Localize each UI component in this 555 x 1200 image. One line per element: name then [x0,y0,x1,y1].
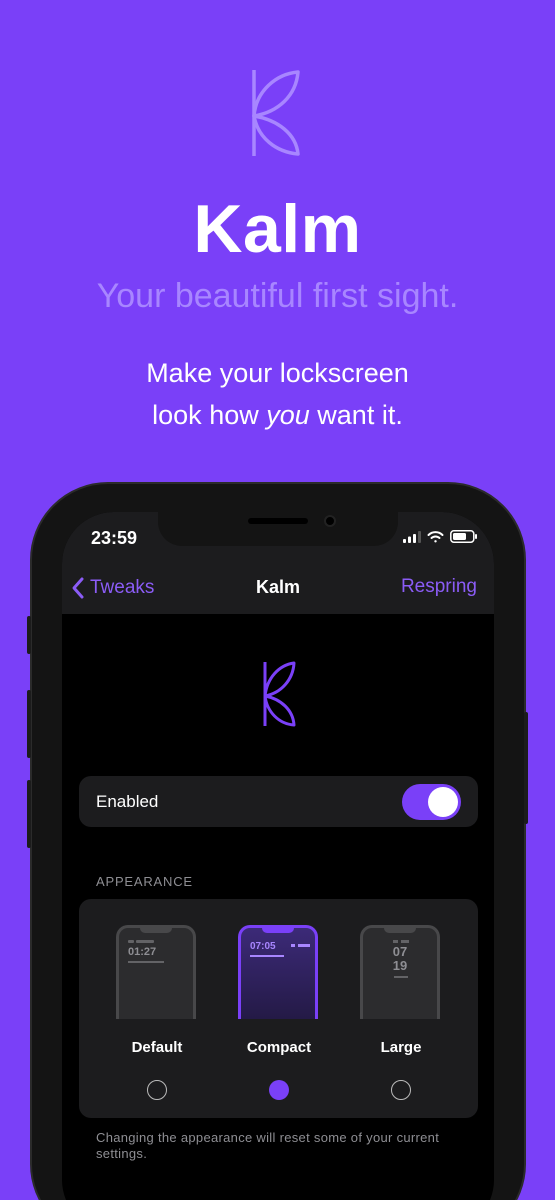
appearance-footnote: Changing the appearance will reset some … [96,1130,440,1161]
front-camera [324,515,336,527]
tagline-pre: look how [152,400,267,430]
option-label: Default [131,1039,183,1056]
toggle-knob [428,787,458,817]
phone-side-button [27,616,31,654]
status-icons [403,530,478,543]
tagline-line-1: Make your lockscreen [146,358,409,388]
appearance-header: APPEARANCE [96,874,193,889]
phone-side-button [27,780,31,848]
appearance-option-default[interactable]: 01:27 Default [116,925,198,1100]
preview-large: 07 19 [360,925,440,1019]
wifi-icon [427,530,444,542]
preview-bar [128,961,164,963]
preview-bar [136,940,154,943]
preview-notch [262,927,294,933]
radio-default[interactable] [147,1080,167,1100]
phone-side-button [27,690,31,758]
app-title: Kalm [193,191,362,267]
phone-notch [158,512,398,546]
preview-bar [394,976,408,978]
radio-large[interactable] [391,1080,411,1100]
preview-bar [128,940,134,943]
preview-hour: 07 [392,944,408,959]
appearance-picker: 01:27 Default 07:05 Compact 07 19 Large [79,899,478,1118]
phone-screen: 23:59 Tweaks Kalm Respring Enabled APPEA… [62,512,494,1200]
phone-side-button [524,712,528,824]
appearance-option-compact[interactable]: 07:05 Compact [238,925,320,1100]
battery-icon [450,530,477,543]
preview-minute: 19 [392,958,408,973]
preview-time: 07:05 [250,941,276,952]
tagline: Make your lockscreen look how you want i… [0,352,555,436]
tagline-post: want it. [309,400,403,430]
enabled-row: Enabled [79,776,478,827]
option-label: Compact [246,1039,312,1056]
app-subtitle: Your beautiful first sight. [96,277,459,315]
preview-bar [401,940,409,943]
radio-compact[interactable] [269,1080,289,1100]
appearance-option-large[interactable]: 07 19 Large [360,925,442,1100]
preview-default: 01:27 [116,925,196,1019]
tagline-emphasis: you [266,400,310,430]
option-label: Large [380,1039,422,1056]
speaker-grille [248,518,308,524]
respring-button[interactable]: Respring [401,576,477,598]
preview-time: 01:27 [128,946,157,958]
enabled-label: Enabled [96,792,159,811]
enabled-toggle[interactable] [402,784,461,820]
preview-compact: 07:05 [238,925,318,1019]
preview-bar [250,955,284,957]
tagline-line-2: look how you want it. [0,394,555,436]
signal-icon [403,530,421,543]
kalm-logo-icon [252,70,300,156]
preview-notch [140,927,172,933]
preview-bar [298,944,310,947]
preview-notch [384,927,416,933]
status-time: 23:59 [91,528,138,548]
preview-bar [393,940,398,943]
kalm-logo-icon [263,661,296,727]
preview-bar [291,944,295,947]
